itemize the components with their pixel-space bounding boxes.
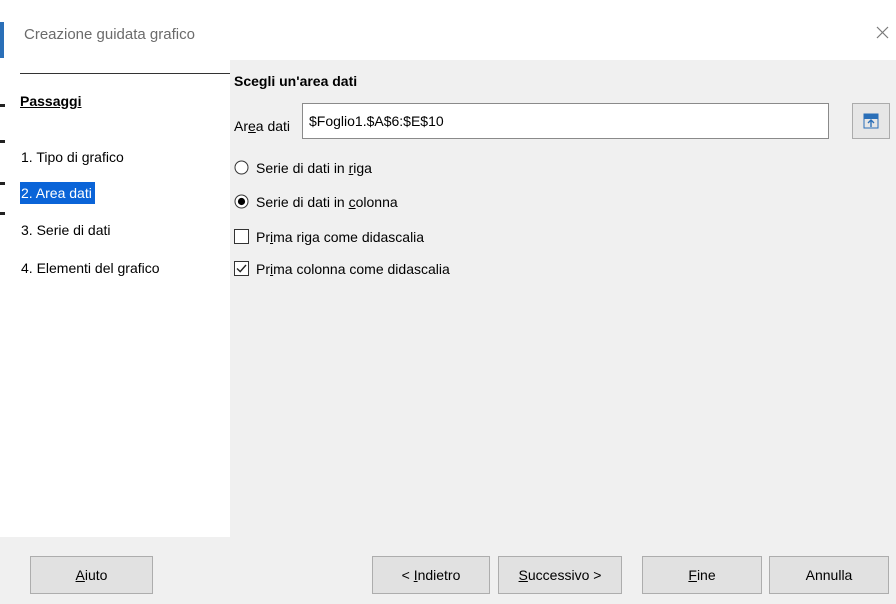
help-button[interactable]: Aiuto (30, 556, 153, 594)
finish-button[interactable]: Fine (642, 556, 762, 594)
step-chart-elements[interactable]: 4. Elementi del grafico (20, 257, 163, 279)
back-button[interactable]: < Indietro (372, 556, 490, 594)
shrink-dialog-icon (863, 113, 879, 129)
checkbox-first-row-label-text: Prima riga come didascalia (256, 229, 425, 245)
title-bar: Creazione guidata grafico (0, 0, 896, 60)
next-button[interactable]: Successivo > (498, 556, 622, 594)
steps-panel: Passaggi 1. Tipo di grafico 2. Area dati… (8, 60, 233, 537)
data-range-input[interactable] (302, 103, 829, 139)
select-range-button[interactable] (852, 103, 890, 139)
checkbox-unchecked-icon (234, 229, 249, 244)
radio-series-in-rows-label: Serie di dati in riga (256, 160, 372, 176)
radio-checked-icon (234, 194, 249, 209)
close-button[interactable] (868, 18, 896, 48)
section-title: Scegli un'area dati (234, 73, 358, 89)
radio-series-in-columns-label: Serie di dati in colonna (256, 194, 398, 210)
step-data-range[interactable]: 2. Area dati (20, 182, 95, 204)
steps-heading: Passaggi (20, 93, 82, 109)
window-edge-marks (0, 60, 6, 260)
data-range-label: Area dati (234, 118, 291, 134)
radio-unchecked-icon (234, 160, 249, 175)
title-accent (0, 22, 4, 58)
step-chart-type[interactable]: 1. Tipo di grafico (20, 146, 127, 168)
button-bar: Aiuto < Indietro Successivo > Fine Annul… (0, 537, 896, 604)
close-icon (876, 26, 889, 39)
cancel-button[interactable]: Annulla (769, 556, 889, 594)
checkbox-first-column-label-text: Prima colonna come didascalia (256, 261, 450, 277)
window-title: Creazione guidata grafico (24, 26, 195, 43)
content-panel: Scegli un'area dati Area dati Serie di d… (230, 60, 896, 537)
step-data-series[interactable]: 3. Serie di dati (20, 219, 114, 241)
steps-divider (20, 73, 233, 74)
checkbox-checked-icon (234, 261, 249, 276)
